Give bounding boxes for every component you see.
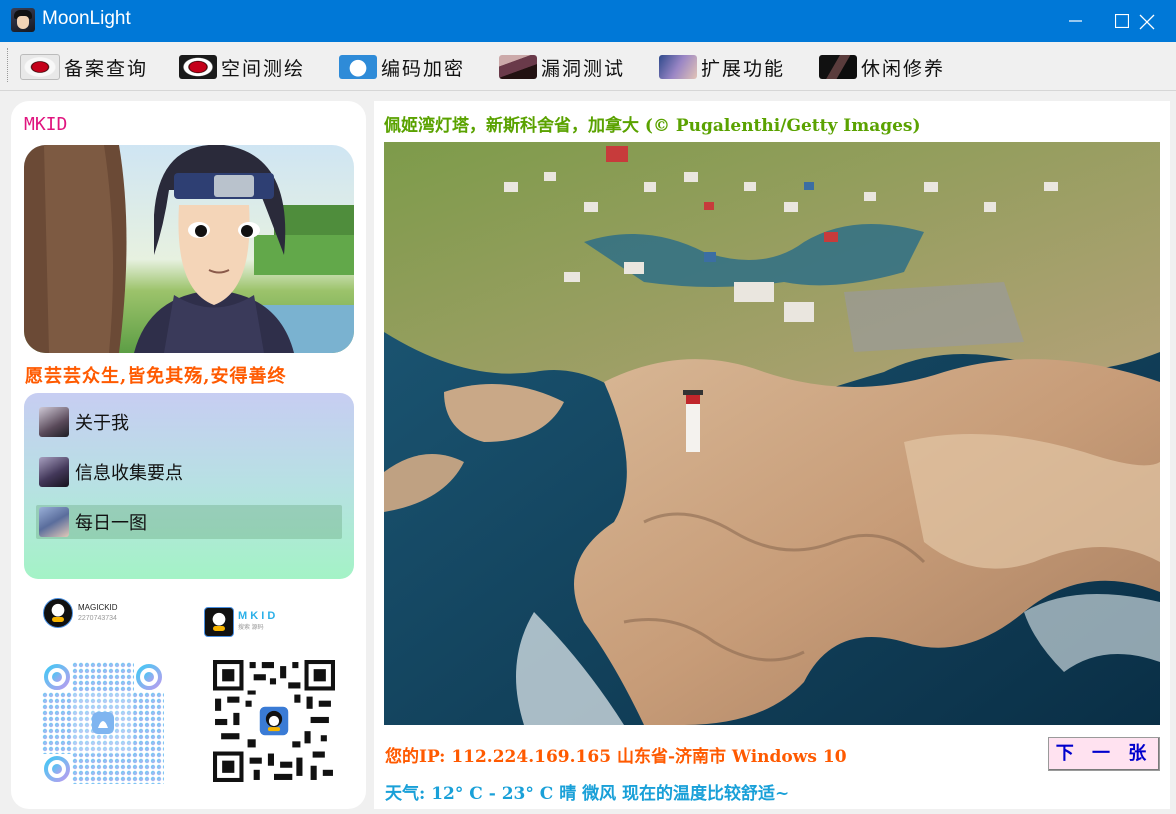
menu-beian-query[interactable]: 备案查询 — [20, 50, 148, 84]
app-avatar-icon — [11, 8, 35, 32]
sidebar-item-info-gathering[interactable]: 信息收集要点 — [36, 455, 342, 489]
doraemon-icon — [339, 55, 377, 79]
qq-name: MAGICKID — [78, 603, 118, 612]
anime-girl-icon — [659, 55, 697, 79]
profile-avatar-image — [24, 145, 354, 353]
ip-info-text: 您的IP: 112.224.169.165 山东省-济南市 Windows 10 — [385, 747, 847, 767]
qq-card-personal: MAGICKID 2270743734 — [43, 598, 118, 628]
sidebar-item-about-me[interactable]: 关于我 — [36, 405, 342, 439]
window-title: MoonLight — [42, 8, 131, 29]
minimize-button[interactable] — [1053, 0, 1099, 42]
close-button[interactable] — [1123, 0, 1169, 42]
menu-vuln-test[interactable]: 漏洞测试 — [499, 50, 625, 84]
user-avatar-icon — [39, 457, 69, 487]
qq-group-name: M K I D — [238, 610, 276, 622]
daily-image — [384, 142, 1160, 725]
lighthouse-photo — [384, 142, 1160, 725]
next-image-button[interactable]: 下 一 张 — [1048, 737, 1160, 771]
anime-character-icon — [819, 55, 857, 79]
menu-space-mapping[interactable]: 空间测绘 — [179, 50, 305, 84]
weather-text: 天气: 12° C - 23° C 晴 微风 现在的温度比较舒适~ — [385, 784, 790, 804]
user-avatar-icon — [39, 507, 69, 537]
qq-penguin-icon — [204, 607, 234, 637]
sharingan-eye-icon — [499, 55, 537, 79]
wechat-qr-code — [213, 660, 335, 782]
menu-label: 空间测绘 — [221, 57, 306, 80]
qq-qr-code — [42, 662, 164, 784]
qq-group-sub: 搜索 源码 — [238, 625, 264, 631]
menu-label: 休闲修养 — [861, 57, 946, 80]
qq-number: 2270743734 — [78, 615, 117, 622]
user-avatar-icon — [39, 407, 69, 437]
menu-label: 编码加密 — [381, 57, 466, 80]
slogan-text: 愿芸芸众生,皆免其殇,安得善终 — [25, 366, 287, 387]
sidebar-item-label: 信息收集要点 — [75, 463, 183, 484]
menu-label: 扩展功能 — [701, 57, 786, 80]
sidebar-item-label: 关于我 — [75, 413, 129, 434]
menu-bar: 备案查询 空间测绘 编码加密 漏洞测试 扩展功能 休闲修养 — [0, 42, 1176, 91]
sharingan-eye-icon — [179, 55, 217, 79]
sidebar-item-daily-image[interactable]: 每日一图 — [36, 505, 342, 539]
close-icon — [1139, 14, 1155, 30]
image-caption: 佩姬湾灯塔，新斯科舍省，加拿大 (© Pugalenthi/Getty Imag… — [384, 116, 921, 136]
sidebar-nav: 关于我 信息收集要点 每日一图 — [24, 393, 354, 579]
toolbar-grip — [7, 48, 11, 82]
menu-label: 漏洞测试 — [541, 57, 626, 80]
menu-encoding-encryption[interactable]: 编码加密 — [339, 50, 465, 84]
title-bar: MoonLight — [0, 0, 1176, 42]
anime-avatar-illustration — [24, 145, 354, 353]
menu-leisure[interactable]: 休闲修养 — [819, 50, 945, 84]
qq-penguin-icon — [43, 598, 73, 628]
menu-label: 备案查询 — [64, 57, 149, 80]
sharingan-eye-icon — [20, 54, 60, 80]
sidebar-item-label: 每日一图 — [75, 513, 147, 534]
brand-label: MKID — [24, 114, 68, 135]
menu-extensions[interactable]: 扩展功能 — [659, 50, 785, 84]
minimize-icon — [1069, 20, 1082, 22]
qq-card-group: M K I D 搜索 源码 — [204, 607, 275, 637]
